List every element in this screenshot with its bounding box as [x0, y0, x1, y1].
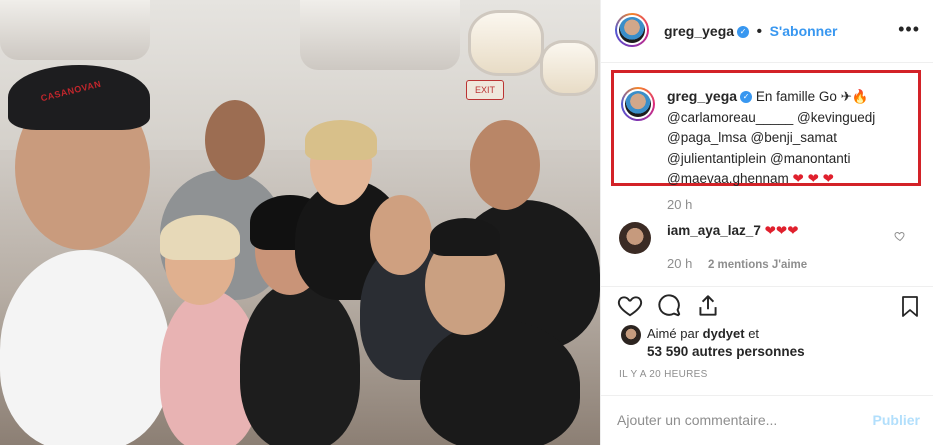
follow-button[interactable]: S'abonner — [770, 23, 838, 39]
likes-count[interactable]: 53 590 autres personnes — [647, 344, 805, 359]
add-comment-bar: Publier — [601, 395, 933, 446]
author-header-row: greg_yega ✓ • S'abonner — [664, 23, 837, 41]
post-sidebar: greg_yega ✓ • S'abonner ••• greg_yega ✓ En… — [600, 0, 933, 445]
caption-avatar[interactable] — [621, 87, 655, 121]
verified-icon: ✓ — [740, 91, 753, 104]
cabin-window-2 — [540, 40, 598, 96]
verified-icon: ✓ — [737, 25, 750, 38]
person-3-hair — [160, 215, 240, 260]
caption-prefix: En famille Go — [755, 89, 837, 104]
comment-input[interactable] — [617, 412, 847, 428]
caption-highlight-box: greg_yega ✓ En famille Go ✈🔥 @carlamoreau… — [611, 70, 921, 186]
comment-hearts: ❤❤❤ — [764, 223, 799, 238]
publish-button[interactable]: Publier — [873, 412, 920, 428]
person-6-head — [370, 195, 432, 275]
comment-like-icon[interactable] — [894, 230, 906, 245]
caption-emojis: ✈🔥 — [840, 89, 869, 104]
cabin-window — [468, 10, 544, 76]
caption-mentions-2[interactable]: @paga_lmsa @benji_samat — [667, 130, 837, 145]
liked-by-suffix: et — [748, 326, 760, 341]
author-username[interactable]: greg_yega — [664, 23, 734, 39]
exit-sign: EXIT — [466, 80, 504, 100]
liked-by-prefix: Aimé par — [647, 326, 700, 341]
commenter-avatar[interactable] — [619, 222, 651, 254]
overhead-bin-center — [300, 0, 460, 70]
dot-separator: • — [756, 23, 763, 40]
post-photo[interactable]: EXIT CASANOVAN — [0, 0, 600, 445]
caption-username[interactable]: greg_yega — [667, 88, 737, 104]
comment-time[interactable]: 20 h — [667, 256, 692, 271]
bookmark-icon[interactable] — [898, 293, 922, 324]
comment-likes[interactable]: 2 mentions J'aime — [708, 259, 807, 271]
person-7-head — [470, 120, 540, 210]
caption-text: greg_yega ✓ En famille Go ✈🔥 @carlamoreau… — [667, 86, 917, 190]
person-2-head — [205, 100, 265, 180]
liked-by: Aimé par dydyet et — [647, 326, 759, 341]
caption-mentions-1[interactable]: @carlamoreau_____ @kevinguedj — [667, 110, 875, 125]
comment-row: iam_aya_laz_7 ❤❤❤ — [667, 223, 799, 239]
heart-icon[interactable] — [617, 293, 643, 324]
person-left-cap — [8, 65, 150, 130]
person-4-body — [240, 280, 360, 445]
person-8-cap — [430, 218, 500, 256]
post-date[interactable]: IL Y A 20 HEURES — [619, 369, 708, 380]
comment-meta: 20 h 2 mentions J'aime — [667, 256, 807, 271]
commenter-username[interactable]: iam_aya_laz_7 — [667, 223, 761, 238]
overhead-bin-left — [0, 0, 150, 60]
post-header: greg_yega ✓ • S'abonner ••• — [601, 0, 933, 63]
post-actions — [601, 286, 933, 327]
caption-mentions-3[interactable]: @julientantiplein @manontanti — [667, 151, 851, 166]
liker-avatar[interactable] — [621, 325, 641, 345]
person-8-body — [420, 320, 580, 445]
share-icon[interactable] — [695, 293, 721, 324]
caption-time[interactable]: 20 h — [667, 197, 692, 212]
person-left-body — [0, 250, 170, 445]
caption-hearts: ❤ ❤ ❤ — [792, 171, 834, 186]
liked-by-user[interactable]: dydyet — [703, 326, 745, 341]
person-5-hair — [305, 120, 377, 160]
more-icon[interactable]: ••• — [898, 20, 920, 38]
comment-icon[interactable] — [657, 293, 683, 324]
caption-mentions-4[interactable]: @maevaa.ghennam — [667, 171, 789, 186]
author-avatar[interactable] — [615, 13, 649, 47]
